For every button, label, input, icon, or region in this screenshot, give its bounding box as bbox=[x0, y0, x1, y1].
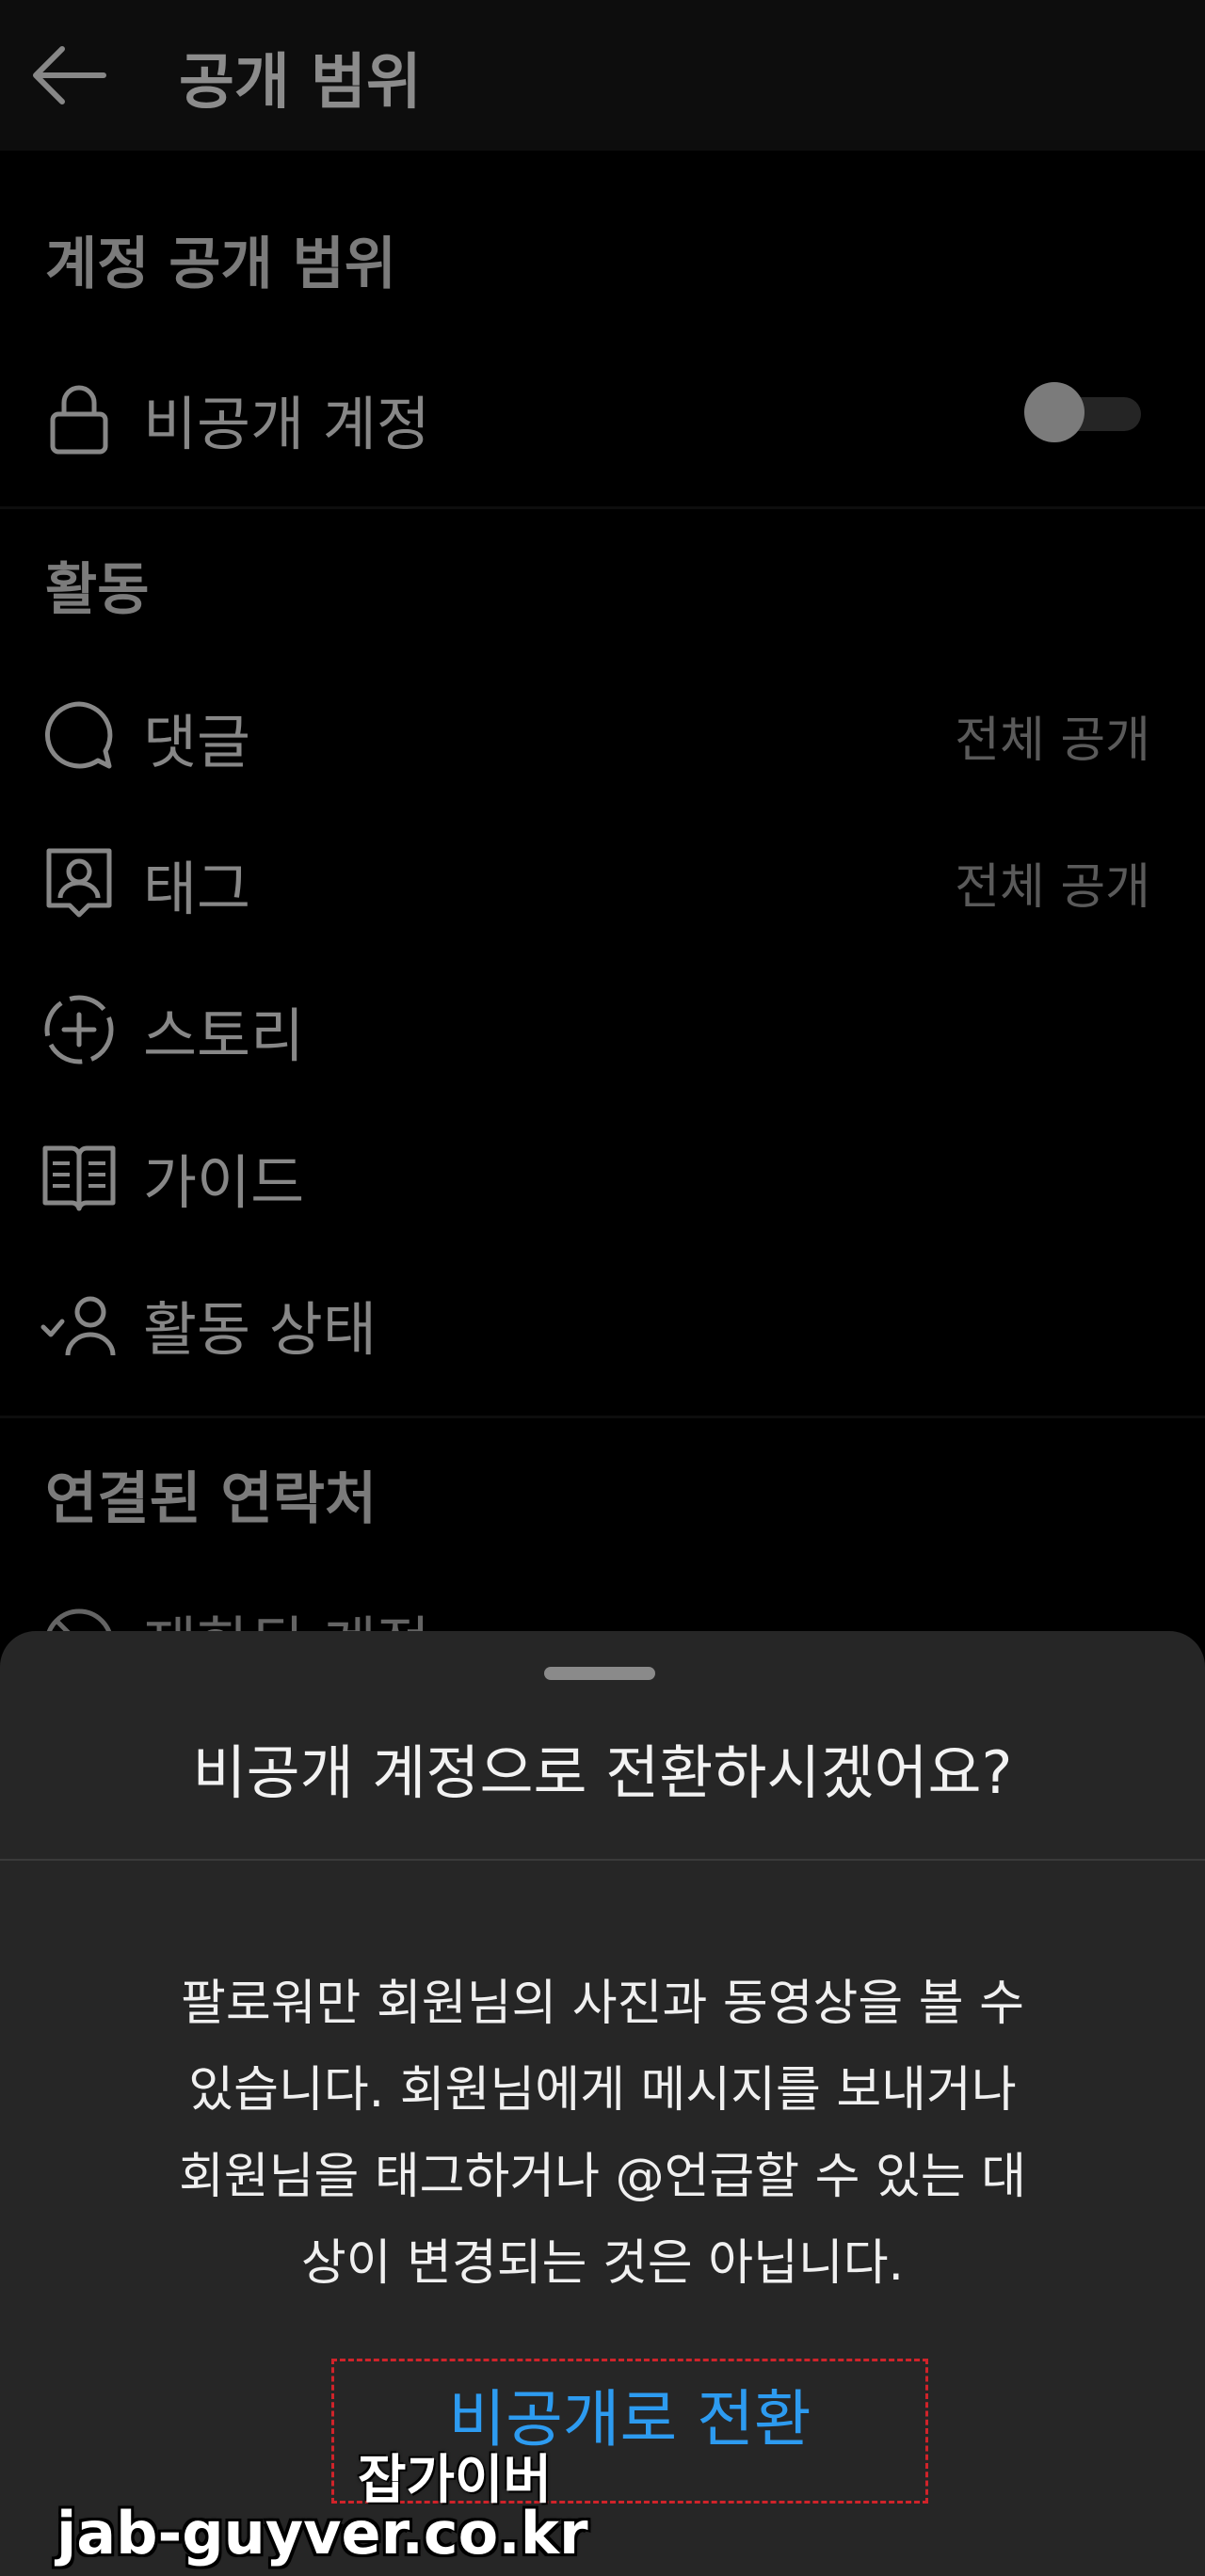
sheet-description: 팔로워만 회원님의 사진과 동영상을 볼 수 있습니다. 회원님에게 메시지를 … bbox=[122, 1960, 1083, 2307]
sheet-divider bbox=[0, 1859, 1205, 1861]
description-line: 상이 변경되는 것은 아닙니다. bbox=[300, 2235, 905, 2292]
sheet-title: 비공개 계정으로 전환하시겠어요? bbox=[192, 1738, 1013, 1807]
description-line: 팔로워만 회원님의 사진과 동영상을 볼 수 bbox=[181, 1976, 1024, 2032]
description-line: 있습니다. 회원님에게 메시지를 보내거나 bbox=[188, 2062, 1017, 2119]
watermark-url: jab-guyver.co.kr bbox=[56, 2499, 588, 2568]
sheet-drag-handle[interactable] bbox=[544, 1667, 655, 1680]
description-line: 회원님을 태그하거나 @언급할 수 있는 대 bbox=[178, 2149, 1027, 2205]
confirm-bottom-sheet: 비공개 계정으로 전환하시겠어요? 팔로워만 회원님의 사진과 동영상을 볼 수… bbox=[0, 1631, 1205, 2576]
